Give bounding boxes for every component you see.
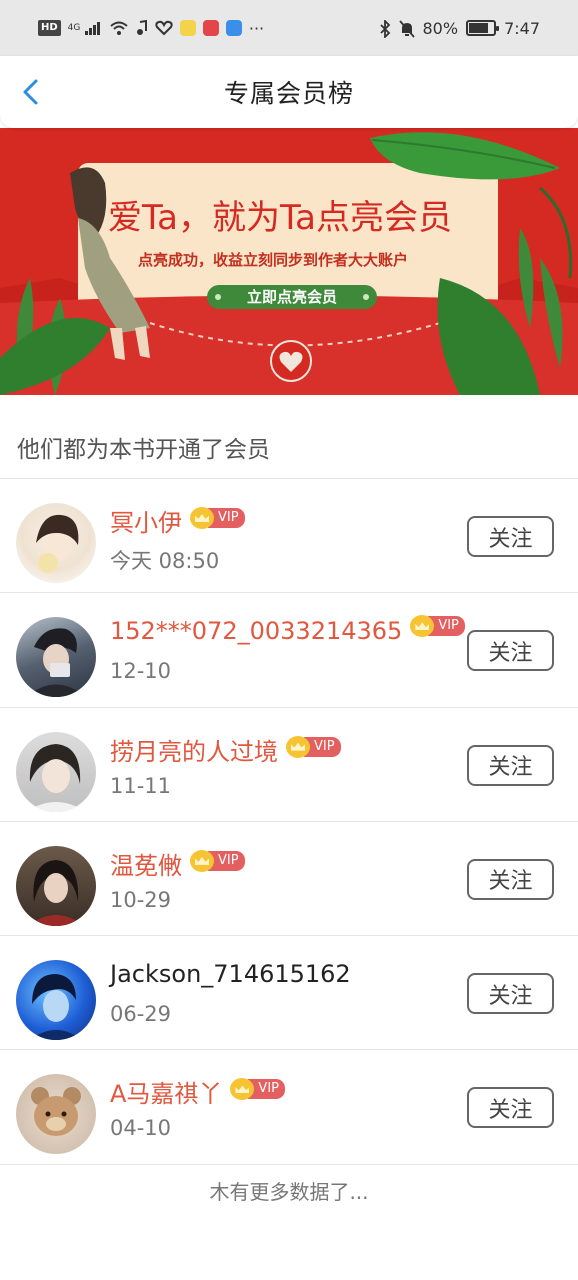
member-date: 04-10: [110, 1116, 172, 1141]
avatar[interactable]: [16, 960, 96, 1041]
battery-icon: [466, 20, 500, 36]
banner-subline: 点亮成功，收益立刻同步到作者大大账户: [138, 251, 409, 269]
avatar[interactable]: [16, 731, 96, 812]
status-right: 80% 7:47: [379, 18, 540, 40]
vip-badge: VIP: [190, 507, 245, 529]
list-item[interactable]: A马嘉祺丫 VIP 04-10 关注: [0, 1050, 578, 1165]
member-date: 11-11: [110, 773, 172, 798]
vip-badge: VIP: [410, 615, 465, 638]
member-list: 冥小伊 VIP 今天 08:50 关注 152***072_0033214365 V…: [0, 479, 578, 1165]
page-title: 专属会员榜: [223, 79, 354, 108]
banner-cta-button[interactable]: 立即点亮会员: [207, 285, 377, 309]
wifi-icon: [109, 20, 129, 36]
list-item[interactable]: 152***072_0033214365 VIP 12-10 关注: [0, 593, 578, 708]
app-header: 专属会员榜: [0, 56, 578, 128]
hd-badge: HD: [38, 20, 61, 36]
member-name[interactable]: 152***072_0033214365 VIP: [110, 615, 465, 645]
vip-badge: VIP: [230, 1078, 285, 1101]
heart-app-icon: [155, 20, 173, 36]
member-date: 10-29: [110, 887, 172, 912]
member-name[interactable]: 冥小伊 VIP: [110, 503, 245, 538]
vip-badge: VIP: [190, 849, 245, 872]
vip-badge: VIP: [286, 735, 341, 758]
bluetooth-icon: [379, 18, 391, 40]
crown-icon: [190, 507, 214, 529]
follow-button[interactable]: 关注: [467, 1087, 554, 1129]
list-item[interactable]: 温莬敒 VIP 10-29 关注: [0, 822, 578, 937]
clock: 7:47: [504, 18, 540, 38]
member-date: 12-10: [110, 659, 172, 684]
section-title: 他们都为本书开通了会员: [17, 437, 270, 463]
follow-button[interactable]: 关注: [467, 630, 554, 672]
follow-button[interactable]: 关注: [467, 973, 554, 1015]
member-date: 06-29: [110, 1002, 172, 1027]
follow-button[interactable]: 关注: [467, 516, 554, 557]
app-icon-red: [202, 20, 219, 36]
avatar[interactable]: [16, 845, 96, 926]
crown-icon: [286, 735, 310, 758]
signal-icon: 4G: [68, 20, 102, 36]
chevron-left-icon[interactable]: [18, 78, 46, 106]
follow-button[interactable]: 关注: [467, 744, 554, 786]
member-name[interactable]: A马嘉祺丫 VIP: [110, 1074, 285, 1109]
member-name[interactable]: Jackson_714615162: [110, 960, 351, 988]
membership-banner[interactable]: 爱Ta，就为Ta点亮会员 点亮成功，收益立刻同步到作者大大账户 立即点亮会员: [0, 128, 578, 395]
app-icon-blue: [225, 20, 242, 36]
member-date: 今天 08:50: [110, 549, 220, 573]
member-name[interactable]: 温莬敒 VIP: [110, 846, 245, 881]
music-icon: [136, 19, 148, 36]
status-left: HD 4G ···: [38, 19, 264, 38]
battery-percent: 80%: [422, 18, 459, 38]
mute-bell-icon: [398, 20, 415, 38]
avatar[interactable]: [16, 617, 96, 698]
more-icon: ···: [248, 18, 265, 38]
app-icon-yellow: [179, 20, 196, 36]
avatar[interactable]: [16, 1074, 96, 1155]
banner-headline: 爱Ta，就为Ta点亮会员: [108, 198, 452, 238]
battery-fill: [469, 23, 489, 33]
avatar[interactable]: [16, 503, 96, 583]
status-bar: HD 4G ··· 80% 7:47: [0, 0, 578, 56]
follow-button[interactable]: 关注: [467, 858, 554, 900]
no-more-data-text: 木有更多数据了...: [209, 1180, 369, 1204]
crown-icon: [190, 849, 214, 872]
list-item[interactable]: Jackson_714615162 06-29 关注: [0, 936, 578, 1051]
list-item[interactable]: 冥小伊 VIP 今天 08:50 关注: [0, 479, 578, 594]
member-name[interactable]: 捞月亮的人过境 VIP: [110, 732, 341, 767]
list-item[interactable]: 捞月亮的人过境 VIP 11-11 关注: [0, 708, 578, 822]
